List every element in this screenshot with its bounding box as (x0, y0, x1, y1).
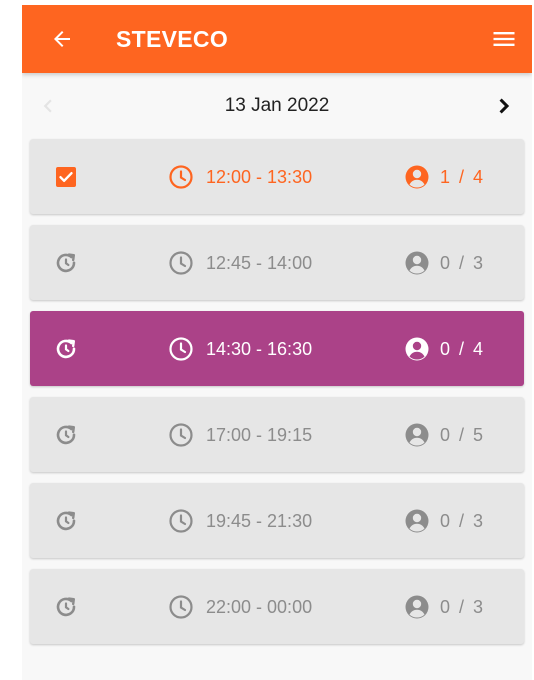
slot-capacity: 0 / 5 (440, 424, 486, 445)
schedule-refresh-icon (56, 339, 76, 359)
slot-time: 22:00 - 00:00 (206, 596, 313, 617)
time-slot[interactable]: 12:00 - 13:30 1 / 4 (30, 139, 524, 214)
clock-icon (169, 595, 193, 619)
schedule-refresh-icon (56, 253, 76, 273)
status-icon (52, 593, 80, 621)
status-icon (52, 421, 80, 449)
person-icon (405, 251, 429, 275)
menu-button[interactable] (488, 23, 520, 55)
slot-time: 12:00 - 13:30 (206, 166, 313, 187)
clock-icon (169, 165, 193, 189)
clock-icon (169, 337, 193, 361)
time-slot[interactable]: 19:45 - 21:30 0 / 3 (30, 483, 524, 558)
clock-icon (169, 251, 193, 275)
slot-time: 12:45 - 14:00 (206, 252, 313, 273)
clock-icon (169, 509, 193, 533)
time-slot[interactable]: 12:45 - 14:00 0 / 3 (30, 225, 524, 300)
app-screen: STEVECO 13 Jan 2022 12:00 - 13:30 1 / 4 … (22, 5, 532, 680)
slot-time: 17:00 - 19:15 (206, 424, 313, 445)
current-date: 13 Jan 2022 (224, 95, 330, 116)
status-icon (52, 249, 80, 277)
time-slot[interactable]: 14:30 - 16:30 0 / 4 (30, 311, 524, 386)
slot-time: 19:45 - 21:30 (206, 510, 313, 531)
person-icon (405, 337, 429, 361)
slot-capacity: 0 / 3 (440, 252, 486, 273)
person-icon (405, 595, 429, 619)
hamburger-menu-icon (493, 32, 515, 46)
person-icon (405, 423, 429, 447)
slot-capacity: 0 / 4 (440, 338, 486, 359)
schedule-refresh-icon (56, 425, 76, 445)
app-title: STEVECO (116, 25, 229, 52)
date-navigator: 13 Jan 2022 (22, 73, 532, 139)
status-icon (52, 335, 80, 363)
slot-capacity: 0 / 3 (440, 596, 486, 617)
time-slot-list: 12:00 - 13:30 1 / 4 12:45 - 14:00 0 / 3 … (22, 139, 532, 644)
status-icon (52, 507, 80, 535)
clock-icon (169, 423, 193, 447)
time-slot[interactable]: 22:00 - 00:00 0 / 3 (30, 569, 524, 644)
slot-capacity: 0 / 3 (440, 510, 486, 531)
arrow-left-icon (54, 31, 70, 47)
chevron-right-icon (499, 98, 510, 114)
app-bar: STEVECO (22, 5, 532, 73)
time-slot[interactable]: 17:00 - 19:15 0 / 5 (30, 397, 524, 472)
status-icon (52, 163, 80, 191)
person-icon (405, 509, 429, 533)
schedule-refresh-icon (56, 511, 76, 531)
slot-capacity: 1 / 4 (440, 166, 486, 187)
previous-day-button[interactable] (32, 90, 64, 122)
slot-time: 14:30 - 16:30 (206, 338, 313, 359)
schedule-refresh-icon (56, 597, 76, 617)
back-button[interactable] (46, 23, 78, 55)
person-icon (405, 165, 429, 189)
checkbox-checked-icon (56, 167, 76, 187)
chevron-left-icon (43, 99, 52, 113)
next-day-button[interactable] (488, 90, 520, 122)
